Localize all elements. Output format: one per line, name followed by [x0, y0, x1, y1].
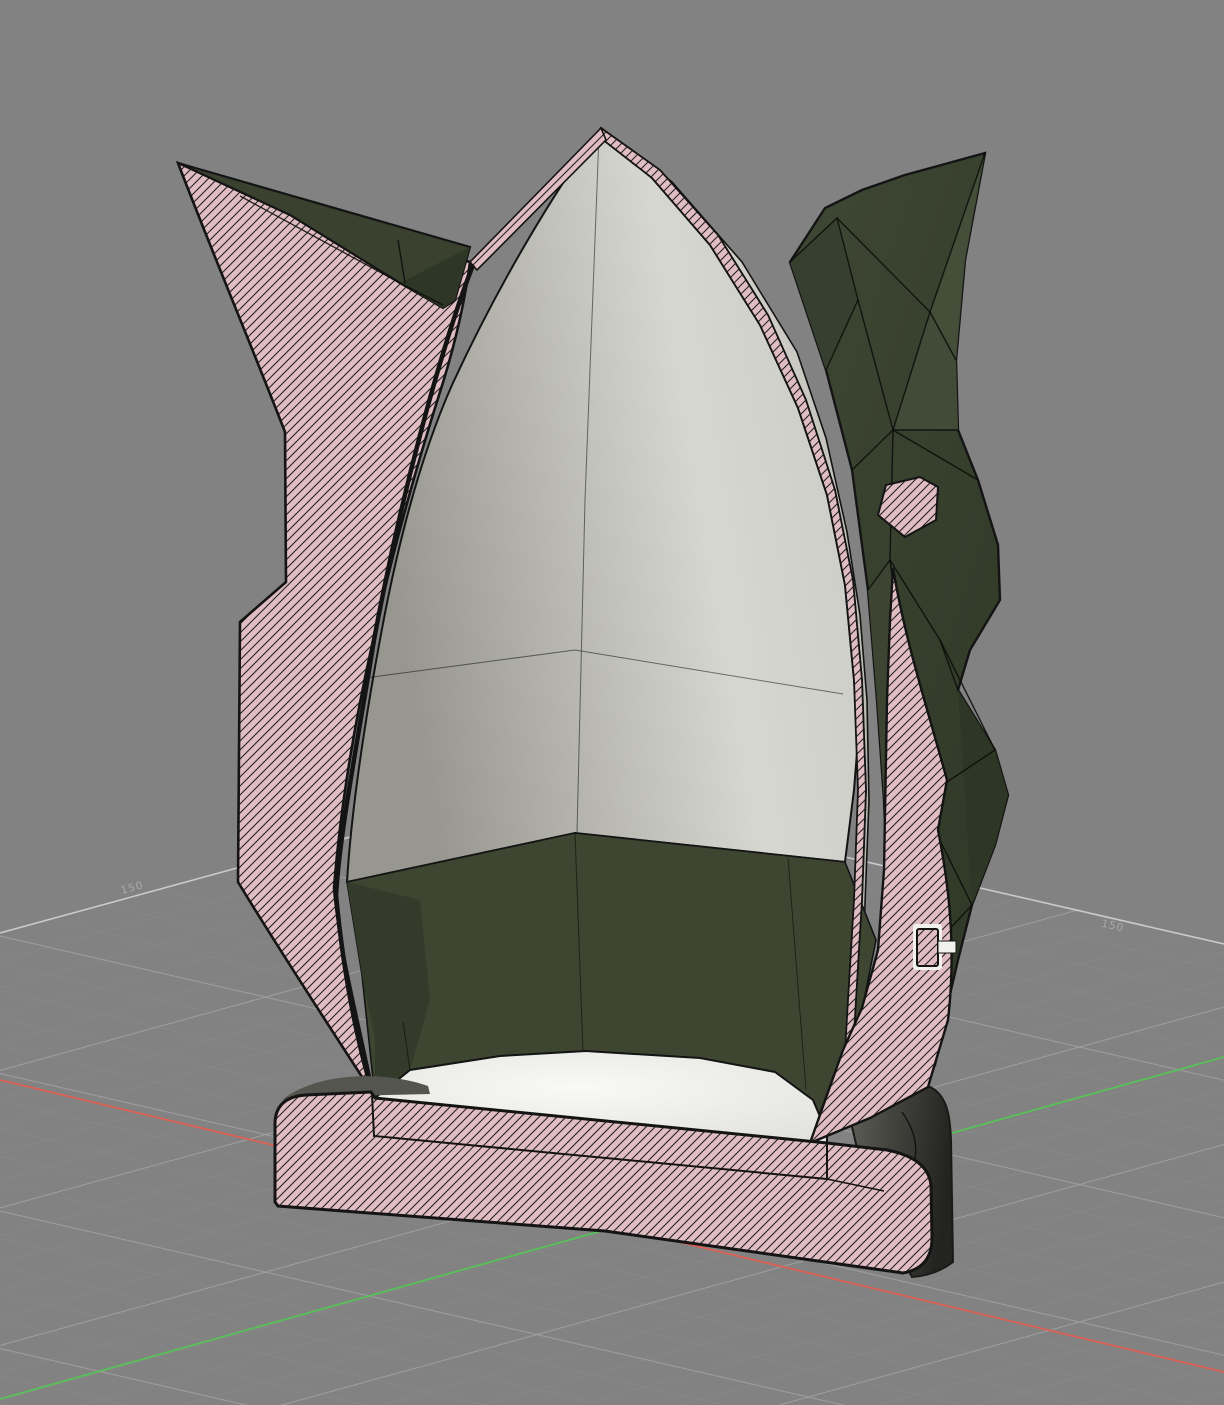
slot-notch: [937, 940, 957, 954]
grid-line: [0, 1281, 1224, 1405]
magnet-slot-section[interactable]: [916, 928, 939, 967]
cad-scene[interactable]: 150 150: [0, 0, 1224, 1405]
model-tulip-section[interactable]: [175, 126, 1010, 1279]
grid-line: [0, 1391, 1224, 1405]
grid-line: [0, 1364, 1224, 1405]
grid-line: [0, 1254, 1224, 1405]
viewport-canvas[interactable]: 150 150: [0, 0, 1224, 1405]
grid-line: [0, 1320, 1224, 1405]
